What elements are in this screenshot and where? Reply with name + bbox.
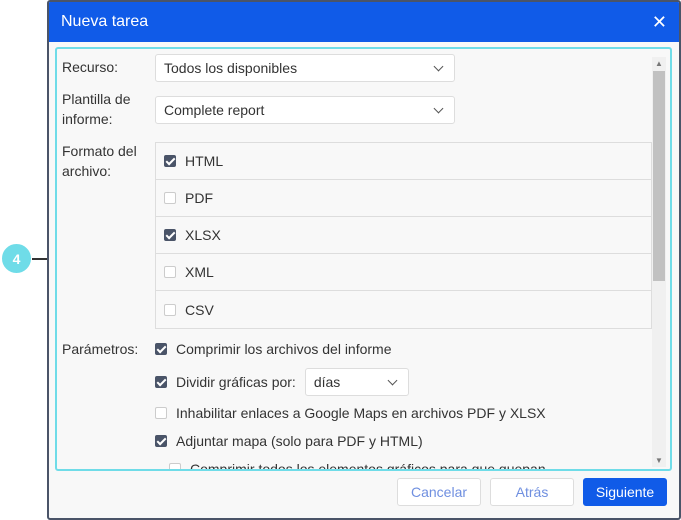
resource-label: Recurso:: [62, 59, 119, 75]
chevron-down-icon: [387, 375, 398, 385]
format-label-line1: Formato del: [62, 143, 137, 159]
cancel-button[interactable]: Cancelar: [397, 478, 481, 506]
checkbox[interactable]: [164, 303, 176, 316]
format-html[interactable]: HTML: [156, 143, 651, 180]
split-select[interactable]: días: [304, 368, 409, 396]
scrollbar-thumb[interactable]: [653, 71, 665, 281]
format-label: CSV: [185, 301, 214, 318]
checkbox-checked[interactable]: [155, 343, 167, 355]
checkbox[interactable]: [164, 266, 176, 278]
param-fit-all[interactable]: Comprimir todos los elementos gráficos p…: [169, 459, 546, 471]
checkbox[interactable]: [164, 192, 176, 204]
new-task-dialog: Nueva tarea ✕ Recurso: Todos los disponi…: [47, 0, 681, 520]
resource-value: Todos los disponibles: [164, 60, 298, 76]
checkbox-checked[interactable]: [155, 435, 167, 447]
checkbox-checked[interactable]: [155, 376, 167, 388]
dialog-footer: Cancelar Atrás Siguiente: [397, 478, 667, 506]
chevron-down-icon: [433, 103, 444, 113]
format-label: XLSX: [185, 227, 221, 243]
callout-badge: 4: [0, 242, 33, 275]
format-label-line2: archivo:: [62, 163, 112, 179]
form-content: Recurso: Todos los disponibles Plantilla…: [55, 47, 672, 471]
param-label: Adjuntar mapa (solo para PDF y HTML): [176, 433, 423, 449]
param-attach-map[interactable]: Adjuntar mapa (solo para PDF y HTML): [155, 431, 423, 451]
param-label: Dividir gráficas por:: [176, 374, 296, 390]
format-list: HTML PDF XLSX XML CSV: [155, 142, 652, 329]
resource-select[interactable]: Todos los disponibles: [155, 54, 455, 82]
split-value: días: [313, 374, 341, 390]
template-value: Complete report: [164, 102, 265, 118]
scroll-down-icon[interactable]: ▼: [652, 456, 666, 465]
format-pdf[interactable]: PDF: [156, 180, 651, 217]
format-csv[interactable]: CSV: [156, 291, 651, 328]
template-label-line1: Plantilla de: [62, 91, 131, 107]
scrollbar[interactable]: ▲ ▼: [652, 57, 666, 467]
dialog-title: Nueva tarea: [61, 13, 149, 30]
template-select[interactable]: Complete report: [155, 96, 455, 124]
checkbox-checked[interactable]: [164, 229, 176, 241]
format-xlsx[interactable]: XLSX: [156, 217, 651, 254]
param-label: Inhabilitar enlaces a Google Maps en arc…: [176, 405, 546, 421]
params-label: Parámetros:: [62, 341, 139, 357]
checkbox[interactable]: [169, 463, 181, 469]
param-label: Comprimir los archivos del informe: [176, 341, 392, 357]
template-label-line2: informe:: [62, 111, 113, 127]
format-label: PDF: [185, 190, 213, 206]
param-disable-links[interactable]: Inhabilitar enlaces a Google Maps en arc…: [155, 403, 546, 423]
param-label: Comprimir todos los elementos gráficos p…: [190, 461, 546, 471]
close-icon[interactable]: ✕: [652, 12, 667, 33]
checkbox-checked[interactable]: [164, 155, 176, 167]
param-compress[interactable]: Comprimir los archivos del informe: [155, 339, 392, 359]
param-split[interactable]: Dividir gráficas por: días: [155, 368, 409, 396]
scroll-up-icon[interactable]: ▲: [652, 59, 666, 68]
next-button[interactable]: Siguiente: [583, 478, 667, 506]
back-button[interactable]: Atrás: [490, 478, 574, 506]
chevron-down-icon: [433, 61, 444, 71]
checkbox[interactable]: [155, 407, 167, 419]
format-label: HTML: [185, 153, 224, 169]
format-xml[interactable]: XML: [156, 254, 651, 291]
dialog-header: Nueva tarea ✕: [49, 2, 679, 42]
format-label: XML: [185, 264, 214, 280]
